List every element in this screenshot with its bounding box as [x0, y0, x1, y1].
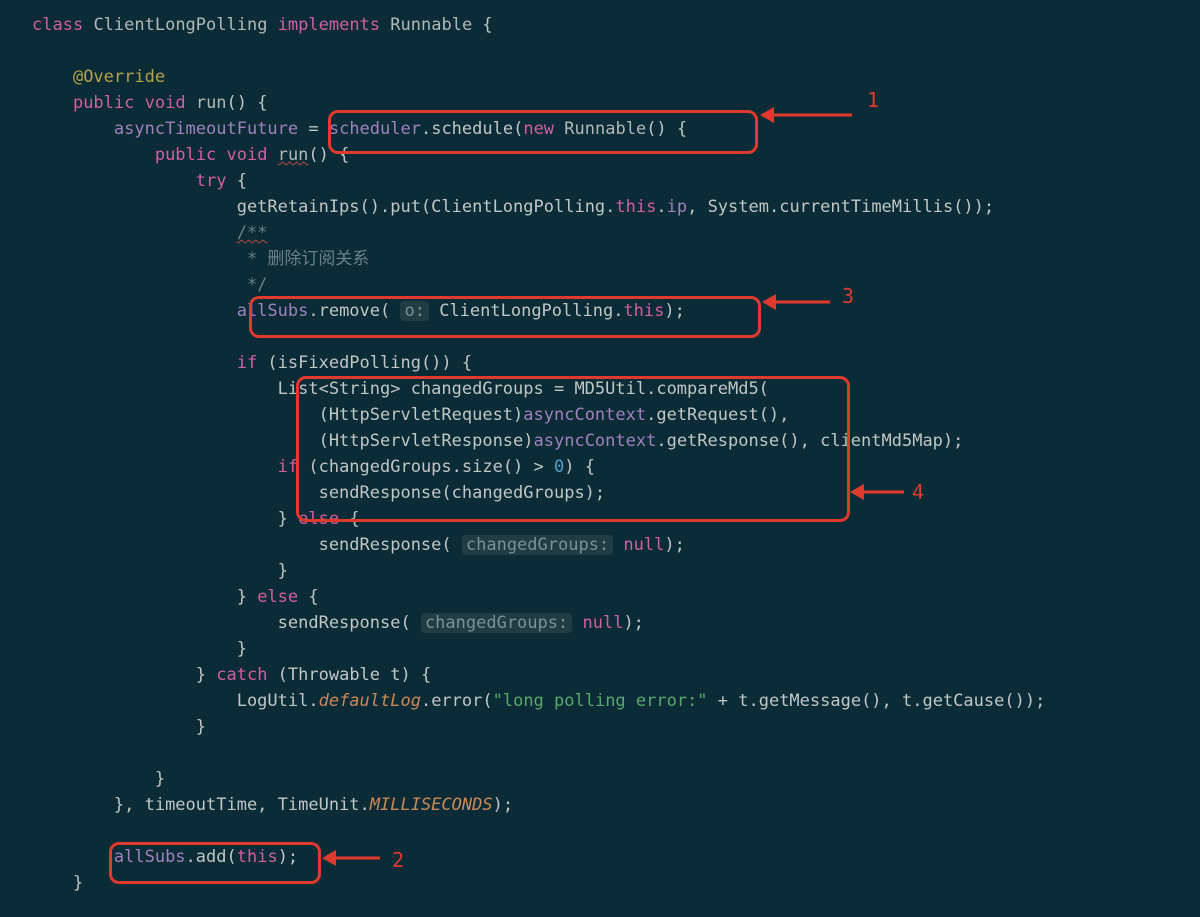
- code-line: public void run() {: [32, 93, 268, 113]
- code-line: /**: [32, 223, 267, 243]
- code-line: }: [32, 873, 83, 893]
- code-line: * 删除订阅关系: [32, 249, 369, 269]
- code-line: class ClientLongPolling implements Runna…: [32, 15, 493, 35]
- code-line: asyncTimeoutFuture = scheduler.schedule(…: [32, 119, 687, 139]
- code-line: try {: [32, 171, 247, 191]
- code-line: if (isFixedPolling()) {: [32, 353, 472, 373]
- code-line: allSubs.add(this);: [32, 847, 298, 867]
- code-line: (HttpServletRequest)asyncContext.getRequ…: [32, 405, 789, 425]
- code-line: public void run() {: [32, 145, 349, 165]
- code-line: }: [32, 717, 206, 737]
- code-line: }: [32, 769, 165, 789]
- code-line: sendResponse( changedGroups: null);: [32, 613, 644, 633]
- code-line: }: [32, 639, 247, 659]
- code-line: LogUtil.defaultLog.error("long polling e…: [32, 691, 1045, 711]
- code-line: sendResponse(changedGroups);: [32, 483, 605, 503]
- code-line: sendResponse( changedGroups: null);: [32, 535, 685, 555]
- code-line: */: [32, 275, 267, 295]
- code-line: }, timeoutTime, TimeUnit.MILLISECONDS);: [32, 795, 513, 815]
- code-block: class ClientLongPolling implements Runna…: [0, 0, 1200, 896]
- code-line: @Override: [32, 67, 165, 87]
- code-line: } catch (Throwable t) {: [32, 665, 431, 685]
- code-line: [32, 821, 114, 841]
- code-line: }: [32, 561, 288, 581]
- code-line: allSubs.remove( o: ClientLongPolling.thi…: [32, 301, 685, 321]
- code-line: getRetainIps().put(ClientLongPolling.thi…: [32, 197, 994, 217]
- code-line: [32, 327, 237, 347]
- code-line: } else {: [32, 509, 360, 529]
- code-line: List<String> changedGroups = MD5Util.com…: [32, 379, 769, 399]
- code-line: } else {: [32, 587, 319, 607]
- code-line: if (changedGroups.size() > 0) {: [32, 457, 595, 477]
- code-line: (HttpServletResponse)asyncContext.getRes…: [32, 431, 963, 451]
- code-line: [32, 743, 196, 763]
